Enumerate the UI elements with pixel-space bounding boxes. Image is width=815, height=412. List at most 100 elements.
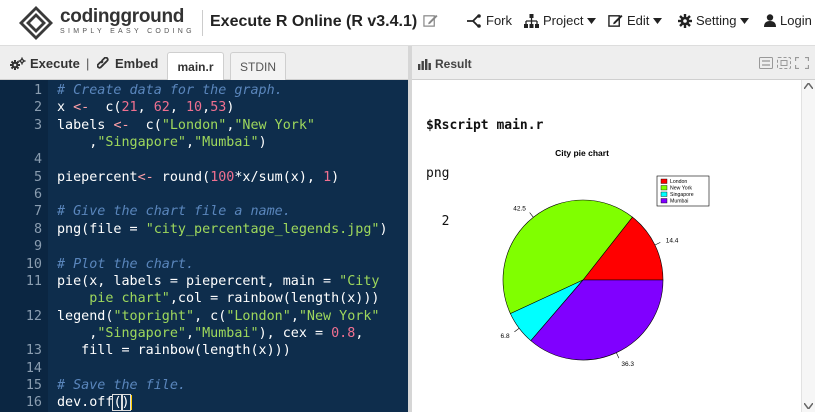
code-line[interactable]: ,"Singapore","Mumbai") [0, 134, 408, 152]
embed-button[interactable]: Embed [97, 56, 158, 71]
code-text: x <- c(21, 62, 10,53) [57, 100, 235, 116]
code-text: # Give the chart file a name. [57, 204, 291, 220]
chart-title: City pie chart [555, 148, 609, 158]
brand[interactable]: codingground SIMPLY EASY CODING [60, 7, 195, 37]
gear-icon [678, 13, 692, 28]
code-line[interactable]: 14 [0, 360, 408, 378]
restore-icon[interactable] [777, 57, 791, 69]
code-line[interactable]: ,"Singapore","Mumbai"), cex = 0.8, [0, 325, 408, 343]
caret-down-icon [587, 17, 597, 24]
tab-stdin[interactable]: STDIN [230, 52, 286, 80]
code-text: # Save the file. [57, 377, 186, 393]
login-button[interactable]: Login [764, 13, 812, 28]
code-text: pie chart",col = rainbow(length(x))) [57, 291, 380, 307]
code-text: labels <- c("London","New York" [57, 117, 315, 133]
text-cursor [129, 394, 132, 410]
bar-chart-icon [418, 58, 431, 70]
legend-swatch [660, 198, 668, 204]
caret-down-icon [653, 17, 663, 24]
code-text: fill = rainbow(length(x))) [57, 343, 291, 359]
code-line[interactable]: 10 # Plot the chart. [0, 256, 408, 274]
fork-icon [467, 13, 481, 28]
setting-menu[interactable]: Setting [678, 13, 750, 28]
line-number: 15 [25, 377, 42, 393]
code-line[interactable]: pie chart",col = rainbow(length(x))) [0, 290, 408, 308]
brand-tagline: SIMPLY EASY CODING [60, 28, 195, 35]
login-label: Login [780, 13, 812, 28]
code-line[interactable]: 3 labels <- c("London","New York" [0, 117, 408, 135]
editor-pane: Execute | Embed main.r STDIN 1 # Create d… [0, 46, 408, 412]
code-line[interactable]: 5 piepercent<- round(100*x/sum(x), 1) [0, 169, 408, 187]
slice-label-tick [529, 212, 534, 218]
line-number: 4 [33, 152, 42, 168]
line-number: 13 [25, 343, 42, 359]
codingground-logo-icon[interactable] [18, 5, 54, 41]
project-menu[interactable]: Project [524, 13, 597, 28]
maximize-icon[interactable] [795, 57, 809, 69]
result-pane: Result $Rscript main.r png 2 City pie ch… [412, 46, 815, 412]
code-line[interactable]: 2 x <- c(21, 62, 10,53) [0, 99, 408, 117]
tab-main-r[interactable]: main.r [167, 52, 224, 81]
header-divider [202, 10, 203, 36]
code-line[interactable]: 13 fill = rainbow(length(x))) [0, 342, 408, 360]
line-number: 2 [33, 100, 42, 116]
code-line[interactable]: 16 dev.off() [0, 394, 408, 412]
slice-label-tick [654, 242, 661, 246]
gears-icon [10, 57, 26, 70]
link-icon [97, 56, 109, 69]
edit-title-icon[interactable] [423, 13, 438, 28]
code-text: legend("topright", c("London","New York" [57, 308, 380, 324]
line-number: 16 [25, 395, 42, 411]
code-line[interactable]: 12 legend("topright", c("London","New Yor… [0, 308, 408, 326]
scroll-up-icon[interactable] [804, 83, 813, 89]
slice-label: 36.3 [621, 361, 634, 368]
code-text: ,"Singapore","Mumbai") [57, 135, 267, 151]
code-line[interactable]: 1 # Create data for the graph. [0, 82, 408, 100]
toolbar-separator: | [86, 56, 90, 71]
line-number: 1 [33, 83, 42, 98]
fork-label: Fork [486, 13, 512, 28]
line-number: 5 [33, 169, 42, 185]
result-label: Result [435, 57, 472, 71]
code-line[interactable]: 8 png(file = "city_percentage_legends.jpg… [0, 221, 408, 239]
sitemap-icon [524, 13, 539, 28]
code-line[interactable]: 9 [0, 238, 408, 256]
code-text: piepercent<- round(100*x/sum(x), 1) [57, 169, 340, 185]
code-line[interactable]: 4 [0, 151, 408, 169]
code-text: # Plot the chart. [57, 256, 195, 272]
brand-name: codingground [60, 6, 185, 27]
slice-label-tick [514, 327, 520, 333]
scroll-down-icon[interactable] [804, 403, 813, 409]
code-line[interactable]: 7 # Give the chart file a name. [0, 203, 408, 221]
slice-label: 6.8 [501, 333, 510, 340]
line-number: 7 [33, 204, 42, 220]
code-text: pie(x, labels = piepercent, main = "City [57, 273, 380, 289]
pie-chart: City pie chart 14.4 42.5 6.8 36.3 LondonNew… [501, 148, 710, 368]
project-label: Project [543, 13, 584, 28]
editor-toolbar: Execute | Embed main.r STDIN [0, 46, 408, 81]
code-line[interactable]: 11 pie(x, labels = piepercent, main = "Ci… [0, 273, 408, 291]
fork-button[interactable]: Fork [466, 13, 512, 28]
caret-down-icon [740, 17, 750, 24]
code-text: ,"Singapore","Mumbai"), cex = 0.8, [57, 325, 364, 341]
legend-entry: New York [670, 186, 692, 192]
result-toolbar: Result [412, 46, 815, 80]
edit-menu[interactable]: Edit [608, 13, 663, 28]
line-number: 12 [25, 308, 42, 324]
line-number: 11 [25, 273, 42, 289]
window-controls [759, 57, 809, 69]
legend-swatch [660, 191, 668, 197]
result-scrollbar[interactable] [801, 80, 815, 412]
legend-entry: Mumbai [670, 199, 688, 205]
execute-label: Execute [30, 56, 80, 71]
code-editor[interactable]: 1 # Create data for the graph. 2 x <- c(21,… [0, 80, 408, 412]
output-line: $Rscript main.r [426, 118, 544, 133]
code-text: # Create data for the graph. [57, 83, 283, 98]
legend-swatch [660, 185, 668, 191]
minimize-icon[interactable] [759, 57, 773, 69]
code-line[interactable]: 6 [0, 186, 408, 204]
execute-button[interactable]: Execute [10, 56, 80, 71]
code-line[interactable]: 15 # Save the file. [0, 377, 408, 395]
line-number: 6 [33, 187, 42, 203]
line-number: 9 [33, 239, 42, 255]
